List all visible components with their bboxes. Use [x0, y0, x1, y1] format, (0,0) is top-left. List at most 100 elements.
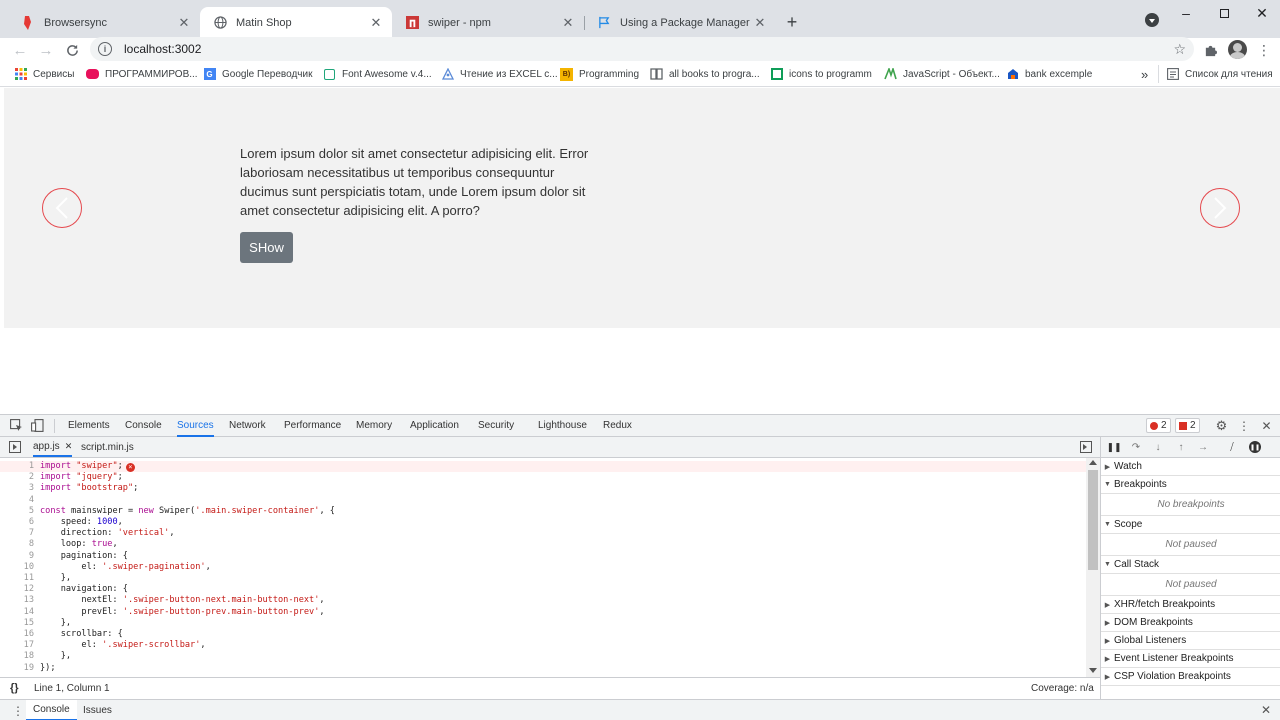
devtools-tab-console[interactable]: Console — [125, 415, 162, 436]
code-line[interactable]: 9 pagination: { — [0, 551, 1086, 562]
code-line[interactable]: 8 loop: true, — [0, 539, 1086, 550]
info-icon[interactable]: i — [98, 42, 112, 56]
bookmark-icons-to-programm[interactable]: icons to programm — [770, 66, 872, 82]
line-number[interactable]: 15 — [0, 618, 34, 629]
error-marker-icon[interactable]: × — [125, 463, 135, 472]
section-xhr-breakpoints[interactable]: ▶ XHR/fetch Breakpoints — [1101, 596, 1280, 614]
forward-button[interactable]: → — [34, 38, 58, 62]
reading-list-button[interactable]: Список для чтения — [1166, 66, 1273, 82]
code-line[interactable]: 13 nextEl: '.swiper-button-next.main-but… — [0, 595, 1086, 606]
close-icon[interactable]: ✕ — [752, 15, 768, 31]
close-drawer-icon[interactable]: ✕ — [1261, 703, 1271, 717]
line-number[interactable]: 1 — [0, 461, 34, 472]
code-line[interactable]: 17 el: '.swiper-scrollbar', — [0, 640, 1086, 651]
code-line[interactable]: 19}); — [0, 663, 1086, 674]
code-line[interactable]: 12 navigation: { — [0, 584, 1086, 595]
new-tab-button[interactable]: + — [782, 12, 802, 32]
line-number[interactable]: 18 — [0, 651, 34, 662]
code-line[interactable]: 7 direction: 'vertical', — [0, 528, 1086, 539]
section-dom-breakpoints[interactable]: ▶ DOM Breakpoints — [1101, 614, 1280, 632]
toggle-navigator-icon[interactable] — [9, 441, 21, 453]
profile-avatar[interactable] — [1228, 40, 1247, 59]
bookmark-programming[interactable]: B) Programming — [560, 66, 639, 82]
code-line[interactable]: 1 import "swiper"; × — [0, 461, 1086, 473]
devtools-tab-elements[interactable]: Elements — [68, 415, 110, 436]
settings-gear-icon[interactable]: ⚙ — [1214, 418, 1229, 433]
reload-button[interactable] — [60, 38, 84, 62]
window-close-button[interactable]: ✕ — [1240, 0, 1280, 26]
line-number[interactable]: 4 — [0, 495, 34, 506]
section-watch[interactable]: ▶ Watch — [1101, 458, 1280, 476]
tab-matin-shop[interactable]: Matin Shop ✕ — [200, 7, 392, 38]
bookmark-bank-excemple[interactable]: bank excemple — [1006, 66, 1092, 82]
section-scope[interactable]: ▼ Scope — [1101, 516, 1280, 534]
swiper-button-next[interactable] — [1200, 188, 1240, 228]
devtools-tab-lighthouse[interactable]: Lighthouse — [538, 415, 587, 436]
pause-icon[interactable]: ❚❚ — [1106, 440, 1121, 454]
code-line[interactable]: 6 speed: 1000, — [0, 517, 1086, 528]
section-global-listeners[interactable]: ▶ Global Listeners — [1101, 632, 1280, 650]
code-line[interactable]: 15 }, — [0, 618, 1086, 629]
tab-search-button[interactable] — [1145, 13, 1159, 27]
code-line[interactable]: 2 import "jquery"; — [0, 472, 1086, 483]
line-number[interactable]: 14 — [0, 607, 34, 618]
issues-count-badge[interactable]: 2 — [1175, 418, 1200, 433]
close-icon[interactable]: ✕ — [560, 15, 576, 31]
line-number[interactable]: 7 — [0, 528, 34, 539]
menu-kebab-icon[interactable]: ⋮ — [1252, 38, 1276, 62]
close-icon[interactable]: ✕ — [65, 441, 73, 452]
scroll-down-arrow[interactable] — [1089, 668, 1097, 673]
scrollbar-thumb[interactable] — [1088, 470, 1098, 570]
step-over-icon[interactable]: ↷ — [1129, 440, 1143, 454]
editor-scrollbar[interactable] — [1086, 458, 1100, 677]
line-number[interactable]: 16 — [0, 629, 34, 640]
line-number[interactable]: 17 — [0, 640, 34, 651]
section-call-stack[interactable]: ▼ Call Stack — [1101, 556, 1280, 574]
devtools-tab-network[interactable]: Network — [229, 415, 266, 436]
step-out-icon[interactable]: ↑ — [1174, 440, 1188, 454]
line-number[interactable]: 6 — [0, 517, 34, 528]
line-number[interactable]: 8 — [0, 539, 34, 550]
tab-browsersync[interactable]: Browsersync ✕ — [8, 7, 200, 38]
line-number[interactable]: 5 — [0, 506, 34, 517]
scroll-up-arrow[interactable] — [1089, 460, 1097, 465]
error-count-badge[interactable]: 2 — [1146, 418, 1171, 433]
code-line[interactable]: 14 prevEl: '.swiper-button-prev.main-but… — [0, 607, 1086, 618]
code-line[interactable]: 5 const mainswiper = new Swiper('.main.sw… — [0, 506, 1086, 517]
extensions-button[interactable] — [1198, 38, 1222, 62]
address-bar[interactable]: i localhost:3002 ☆ — [90, 37, 1194, 61]
devtools-tab-application[interactable]: Application — [410, 415, 459, 436]
bookmark-services[interactable]: Сервисы — [14, 66, 74, 82]
code-line[interactable]: 18 }, — [0, 651, 1086, 662]
devtools-tab-redux[interactable]: Redux — [603, 415, 632, 436]
section-event-listener-breakpoints[interactable]: ▶ Event Listener Breakpoints — [1101, 650, 1280, 668]
toggle-debugger-icon[interactable] — [1080, 441, 1092, 453]
code-line[interactable]: 3 import "bootstrap"; — [0, 483, 1086, 494]
back-button[interactable]: ← — [8, 38, 32, 62]
drawer-tab-console[interactable]: Console — [26, 700, 77, 720]
drawer-menu-icon[interactable]: ⋮ — [12, 704, 24, 718]
devtools-tab-memory[interactable]: Memory — [356, 415, 392, 436]
line-number[interactable]: 10 — [0, 562, 34, 573]
close-icon[interactable]: ✕ — [368, 15, 384, 31]
section-breakpoints[interactable]: ▼ Breakpoints — [1101, 476, 1280, 494]
line-number[interactable]: 12 — [0, 584, 34, 595]
inspect-element-icon[interactable] — [10, 419, 23, 432]
code-line[interactable]: 10 el: '.swiper-pagination', — [0, 562, 1086, 573]
step-icon[interactable]: → — [1196, 440, 1210, 454]
line-number[interactable]: 11 — [0, 573, 34, 584]
devtools-tab-sources[interactable]: Sources — [177, 415, 214, 437]
pretty-print-icon[interactable]: {} — [10, 682, 19, 694]
close-devtools-icon[interactable]: ✕ — [1259, 418, 1274, 433]
code-editor[interactable]: 1 import "swiper"; × 2 import "jquery"; 3 impo… — [0, 458, 1086, 677]
bookmark-all-books[interactable]: all books to progra... — [650, 66, 760, 82]
tab-swiper-npm[interactable]: swiper - npm ✕ — [392, 7, 584, 38]
line-number[interactable]: 3 — [0, 483, 34, 494]
code-line[interactable]: 11 }, — [0, 573, 1086, 584]
show-button[interactable]: SHow — [240, 232, 293, 263]
file-tab-app-js[interactable]: app.js ✕ — [33, 437, 73, 457]
file-tab-script-min-js[interactable]: script.min.js — [81, 437, 134, 457]
devtools-tab-performance[interactable]: Performance — [284, 415, 341, 436]
tab-font-awesome[interactable]: Using a Package Manager | Font ✕ — [584, 7, 776, 38]
bookmark-programming-ru[interactable]: ПРОГРАММИРОВ... — [86, 66, 198, 82]
